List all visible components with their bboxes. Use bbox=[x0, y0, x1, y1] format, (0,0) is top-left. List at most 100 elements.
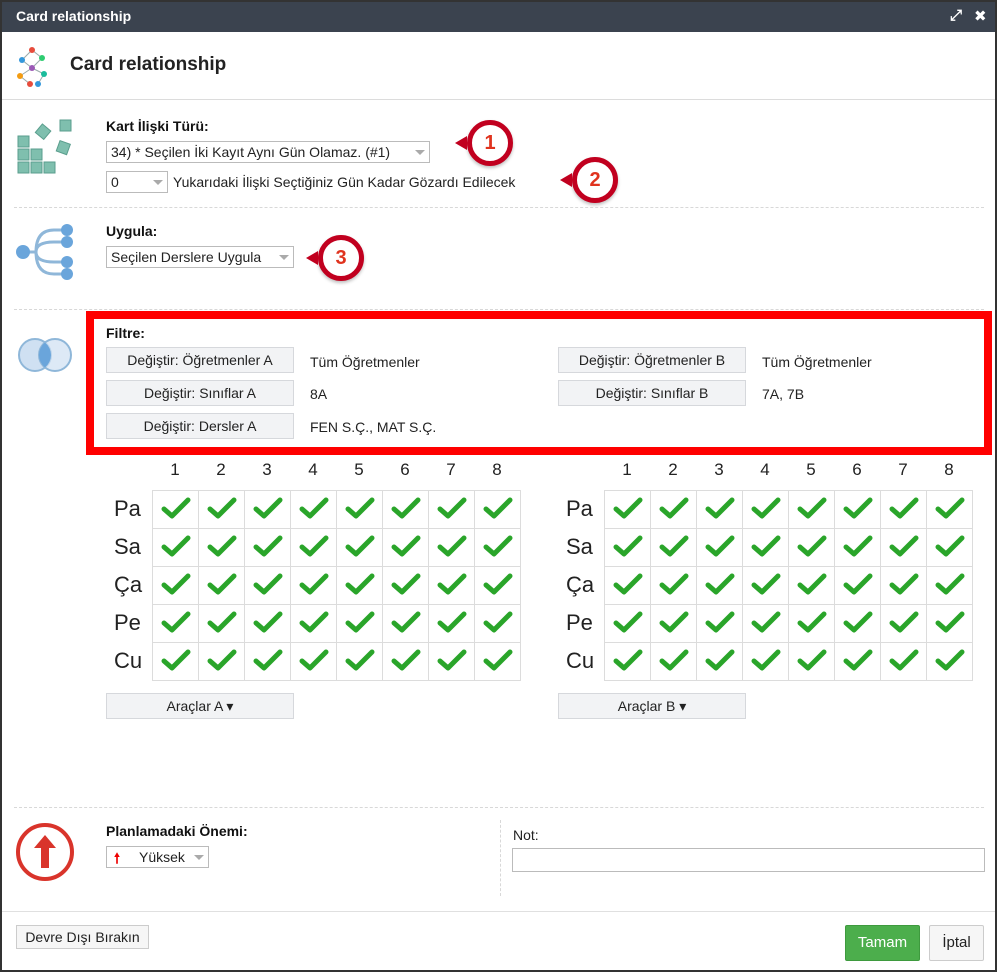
tools-b-button[interactable]: Araçlar B ▾ bbox=[558, 693, 746, 719]
relation-type-select[interactable]: 34) * Seçilen İki Kayıt Aynı Gün Olamaz.… bbox=[106, 141, 430, 163]
timetable-cell[interactable] bbox=[428, 566, 475, 605]
timetable-cell[interactable] bbox=[198, 642, 245, 681]
timetable-cell[interactable] bbox=[834, 604, 881, 643]
timetable-cell[interactable] bbox=[604, 604, 651, 643]
timetable-cell[interactable] bbox=[788, 566, 835, 605]
timetable-cell[interactable] bbox=[788, 642, 835, 681]
timetable-cell[interactable] bbox=[152, 528, 199, 567]
ok-button[interactable]: Tamam bbox=[845, 925, 920, 961]
timetable-cell[interactable] bbox=[382, 490, 429, 529]
timetable-cell[interactable] bbox=[742, 490, 789, 529]
timetable-cell[interactable] bbox=[696, 604, 743, 643]
timetable-cell[interactable] bbox=[336, 604, 383, 643]
timetable-cell[interactable] bbox=[382, 566, 429, 605]
timetable-cell[interactable] bbox=[834, 528, 881, 567]
change-subjects-a-button[interactable]: Değiştir: Dersler A bbox=[106, 413, 294, 439]
timetable-cell[interactable] bbox=[198, 566, 245, 605]
timetable-cell[interactable] bbox=[428, 604, 475, 643]
timetable-cell[interactable] bbox=[604, 566, 651, 605]
timetable-cell[interactable] bbox=[650, 642, 697, 681]
timetable-cell[interactable] bbox=[880, 528, 927, 567]
timetable-cell[interactable] bbox=[742, 604, 789, 643]
timetable-cell[interactable] bbox=[926, 528, 973, 567]
timetable-cell[interactable] bbox=[290, 490, 337, 529]
timetable-cell[interactable] bbox=[604, 528, 651, 567]
note-input[interactable] bbox=[512, 848, 985, 872]
change-teachers-b-button[interactable]: Değiştir: Öğretmenler B bbox=[558, 347, 746, 373]
timetable-cell[interactable] bbox=[428, 642, 475, 681]
timetable-cell[interactable] bbox=[604, 642, 651, 681]
timetable-cell[interactable] bbox=[152, 566, 199, 605]
timetable-cell[interactable] bbox=[290, 528, 337, 567]
timetable-cell[interactable] bbox=[788, 490, 835, 529]
timetable-cell[interactable] bbox=[880, 490, 927, 529]
timetable-cell[interactable] bbox=[834, 642, 881, 681]
change-classes-b-button[interactable]: Değiştir: Sınıflar B bbox=[558, 380, 746, 406]
timetable-cell[interactable] bbox=[244, 528, 291, 567]
timetable-cell[interactable] bbox=[742, 642, 789, 681]
checkmark-icon bbox=[299, 535, 328, 557]
title-bar[interactable]: Card relationship ⤢ ✖ bbox=[2, 2, 995, 32]
timetable-cell[interactable] bbox=[152, 604, 199, 643]
disable-button[interactable]: Devre Dışı Bırakın bbox=[16, 925, 149, 949]
timetable-cell[interactable] bbox=[152, 642, 199, 681]
timetable-cell[interactable] bbox=[880, 604, 927, 643]
timetable-cell[interactable] bbox=[198, 604, 245, 643]
timetable-cell[interactable] bbox=[382, 528, 429, 567]
timetable-cell[interactable] bbox=[742, 566, 789, 605]
timetable-cell[interactable] bbox=[382, 604, 429, 643]
timetable-cell[interactable] bbox=[244, 566, 291, 605]
timetable-cell[interactable] bbox=[428, 490, 475, 529]
timetable-cell[interactable] bbox=[152, 490, 199, 529]
timetable-cell[interactable] bbox=[696, 642, 743, 681]
timetable-cell[interactable] bbox=[650, 528, 697, 567]
timetable-cell[interactable] bbox=[244, 642, 291, 681]
timetable-cell[interactable] bbox=[474, 604, 521, 643]
timetable-cell[interactable] bbox=[696, 566, 743, 605]
expand-icon[interactable]: ⤢ bbox=[950, 7, 962, 24]
timetable-cell[interactable] bbox=[834, 566, 881, 605]
cancel-button[interactable]: İptal bbox=[929, 925, 984, 961]
change-classes-a-button[interactable]: Değiştir: Sınıflar A bbox=[106, 380, 294, 406]
timetable-cell[interactable] bbox=[198, 490, 245, 529]
days-select[interactable]: 0 bbox=[106, 171, 168, 193]
timetable-cell[interactable] bbox=[474, 566, 521, 605]
timetable-cell[interactable] bbox=[604, 490, 651, 529]
timetable-cell[interactable] bbox=[244, 604, 291, 643]
timetable-cell[interactable] bbox=[244, 490, 291, 529]
timetable-cell[interactable] bbox=[382, 642, 429, 681]
timetable-cell[interactable] bbox=[290, 604, 337, 643]
timetable-cell[interactable] bbox=[742, 528, 789, 567]
timetable-cell[interactable] bbox=[336, 490, 383, 529]
change-teachers-a-button[interactable]: Değiştir: Öğretmenler A bbox=[106, 347, 294, 373]
timetable-cell[interactable] bbox=[650, 604, 697, 643]
timetable-cell[interactable] bbox=[788, 528, 835, 567]
timetable-cell[interactable] bbox=[474, 490, 521, 529]
timetable-cell[interactable] bbox=[474, 642, 521, 681]
timetable-cell[interactable] bbox=[290, 642, 337, 681]
timetable-cell[interactable] bbox=[926, 490, 973, 529]
apply-select[interactable]: Seçilen Derslere Uygula bbox=[106, 246, 294, 268]
timetable-cell[interactable] bbox=[474, 528, 521, 567]
close-icon[interactable]: ✖ bbox=[974, 7, 987, 25]
timetable-cell[interactable] bbox=[290, 566, 337, 605]
timetable-cell[interactable] bbox=[696, 490, 743, 529]
timetable-cell[interactable] bbox=[926, 604, 973, 643]
timetable-cell[interactable] bbox=[926, 642, 973, 681]
tools-a-button[interactable]: Araçlar A ▾ bbox=[106, 693, 294, 719]
timetable-cell[interactable] bbox=[428, 528, 475, 567]
timetable-cell[interactable] bbox=[336, 528, 383, 567]
timetable-cell[interactable] bbox=[834, 490, 881, 529]
timetable-cell[interactable] bbox=[880, 566, 927, 605]
timetable-cell[interactable] bbox=[198, 528, 245, 567]
timetable-cell[interactable] bbox=[336, 566, 383, 605]
timetable-cell[interactable] bbox=[926, 566, 973, 605]
timetable-cell[interactable] bbox=[696, 528, 743, 567]
timetable-cell[interactable] bbox=[650, 490, 697, 529]
importance-select[interactable]: 🠕 Yüksek bbox=[106, 846, 209, 868]
timetable-cell[interactable] bbox=[336, 642, 383, 681]
checkmark-icon bbox=[613, 649, 642, 671]
timetable-cell[interactable] bbox=[650, 566, 697, 605]
timetable-cell[interactable] bbox=[880, 642, 927, 681]
timetable-cell[interactable] bbox=[788, 604, 835, 643]
